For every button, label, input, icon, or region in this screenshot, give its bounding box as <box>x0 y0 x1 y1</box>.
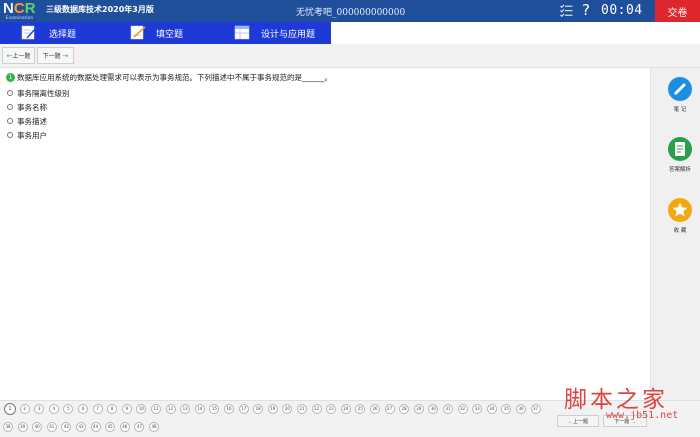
radio-button[interactable] <box>7 90 13 96</box>
app-title: 三级数据库技术2020年3月版 <box>46 5 154 14</box>
question-number-4[interactable]: 4 <box>48 404 59 414</box>
question-number-48[interactable]: 48 <box>149 422 159 432</box>
question-number-11[interactable]: 11 <box>151 404 161 414</box>
answer-analysis-button[interactable]: 答案解析 <box>651 137 700 182</box>
checklist-icon[interactable] <box>560 4 573 17</box>
app-logo: NCR Examination <box>3 0 43 21</box>
radio-button[interactable] <box>7 104 13 110</box>
question-number-3[interactable]: 3 <box>34 404 45 414</box>
question-number-47[interactable]: 47 <box>134 422 145 432</box>
question-type-tabs: 选择题 填空题 设计与应用题 <box>0 22 700 44</box>
question-number-40[interactable]: 40 <box>32 422 43 432</box>
next-question-button-bottom[interactable]: 下一题 → <box>603 415 647 427</box>
pencil-paper-icon <box>21 25 37 40</box>
question-number-2[interactable]: 2 <box>19 404 30 414</box>
submit-exam-button[interactable]: 交卷 <box>655 0 700 22</box>
edit-paper-icon <box>130 25 146 40</box>
exam-id: 无忧考吧_000000000000 <box>296 8 406 18</box>
question-number-17[interactable]: 17 <box>238 404 249 414</box>
question-number-9[interactable]: 9 <box>121 404 132 414</box>
question-number-36[interactable]: 36 <box>516 404 526 414</box>
prev-question-button-bottom[interactable]: ←上一题 <box>557 415 599 427</box>
question-number-34[interactable]: 34 <box>486 404 497 414</box>
question-number-26[interactable]: 26 <box>370 404 380 414</box>
question-number-19[interactable]: 19 <box>267 404 278 414</box>
tools-sidebar: 笔 记 答案解析 收 藏 <box>650 68 700 400</box>
tab-design-application[interactable]: 设计与应用题 <box>220 22 331 44</box>
question-number-33[interactable]: 33 <box>472 404 483 414</box>
question-number-23[interactable]: 23 <box>326 404 337 414</box>
question-number-1[interactable]: 1 <box>4 403 16 415</box>
question-number-12[interactable]: 12 <box>165 404 176 414</box>
question-number-39[interactable]: 39 <box>17 422 28 432</box>
tab-multiple-choice[interactable]: 选择题 <box>0 22 110 44</box>
question-number-35[interactable]: 35 <box>501 404 512 414</box>
notes-button[interactable]: 笔 记 <box>651 77 700 122</box>
question-number-strip: 1 2 3 4 5 6 7 8 9 10 11 12 13 14 15 16 17 18 19 20 21 22 23 24 2… <box>0 400 700 437</box>
question-number-44[interactable]: 44 <box>90 422 101 432</box>
table-window-icon <box>234 25 250 40</box>
title-bar: NCR Examination 三级数据库技术2020年3月版 无忧考吧_000… <box>0 0 700 22</box>
question-number-42[interactable]: 42 <box>61 422 72 432</box>
question-number-38[interactable]: 38 <box>3 422 13 432</box>
question-number-32[interactable]: 32 <box>457 404 468 414</box>
arrow-right-icon: → <box>630 418 636 425</box>
question-number-14[interactable]: 14 <box>194 404 205 414</box>
question-number-31[interactable]: 31 <box>443 404 453 414</box>
question-number-18[interactable]: 18 <box>253 404 264 414</box>
tab-fill-in-blank[interactable]: 填空题 <box>110 22 220 44</box>
question-text: 数据库应用系统的数据处理需求可以表示为事务规范。下列描述中不属于事务规范的是__… <box>17 73 332 82</box>
question-number-20[interactable]: 20 <box>282 404 293 414</box>
prev-question-button[interactable]: ←上一题 <box>2 47 35 64</box>
question-number-16[interactable]: 16 <box>224 404 234 414</box>
tab-label: 设计与应用题 <box>261 30 316 40</box>
question-number-45[interactable]: 45 <box>105 422 116 432</box>
logo-subtitle: Examination <box>6 15 34 20</box>
question-number-43[interactable]: 43 <box>76 422 86 432</box>
question-number-15[interactable]: 15 <box>209 404 220 414</box>
question-number-8[interactable]: 8 <box>107 404 118 414</box>
favorite-button[interactable]: 收 藏 <box>651 198 700 243</box>
question-number-7[interactable]: 7 <box>92 404 103 414</box>
question-number-22[interactable]: 22 <box>311 404 322 414</box>
notes-icon <box>668 77 692 101</box>
radio-button[interactable] <box>7 132 13 138</box>
question-number-21[interactable]: 21 <box>297 404 307 414</box>
question-number-30[interactable]: 30 <box>428 404 439 414</box>
question-number-41[interactable]: 41 <box>46 422 57 432</box>
question-number-13[interactable]: 13 <box>180 404 191 414</box>
question-number-27[interactable]: 27 <box>384 404 395 414</box>
document-icon <box>668 137 692 161</box>
next-question-button[interactable]: 下一题 → <box>37 47 74 64</box>
question-number-29[interactable]: 29 <box>413 404 424 414</box>
tab-label: 填空题 <box>156 30 184 40</box>
tab-label: 选择题 <box>49 30 77 40</box>
question-number-24[interactable]: 24 <box>340 404 351 414</box>
question-number-28[interactable]: 28 <box>399 404 410 414</box>
question-number-10[interactable]: 10 <box>136 404 147 414</box>
question-number-badge: 1 <box>6 73 15 82</box>
question-number-46[interactable]: 46 <box>119 422 130 432</box>
question-number-25[interactable]: 25 <box>355 404 366 414</box>
question-number-37[interactable]: 37 <box>530 404 541 414</box>
timer: 00:04 <box>601 3 643 18</box>
question-number-5[interactable]: 5 <box>63 404 74 414</box>
help-icon[interactable]: ? <box>582 1 590 19</box>
star-icon <box>668 198 692 222</box>
arrow-right-icon: → <box>62 52 69 60</box>
radio-button[interactable] <box>7 118 13 124</box>
question-nav-bar: ←上一题 下一题 → <box>0 44 700 68</box>
question-number-6[interactable]: 6 <box>78 404 88 414</box>
